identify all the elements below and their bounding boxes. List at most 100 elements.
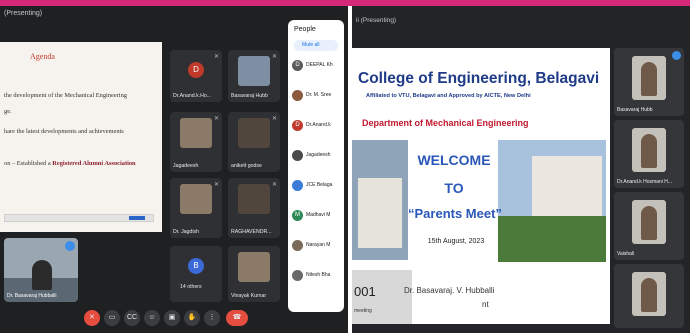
participant-video (238, 184, 270, 214)
participant-name: Madhavi M (306, 212, 331, 218)
participant-name: Basavaraj Hubb (617, 107, 653, 113)
participant-name: Vaishali (617, 251, 635, 257)
event-title: “Parents Meet” (408, 206, 502, 221)
avatar (292, 90, 303, 101)
pin-icon[interactable] (65, 241, 75, 251)
others-count: 14 others (180, 284, 202, 290)
participant-name: Vinayak Kumar (231, 293, 267, 299)
participant-tile[interactable]: ✕ anikett godse (228, 112, 280, 172)
participant-name: DEEPAL Kh (306, 62, 333, 68)
meeting-window-right: li (Presenting) College of Engineering, … (352, 6, 690, 333)
raise-hand-icon[interactable]: ✋ (184, 310, 200, 326)
participant-name: Dr.Anand.k.Ho... (173, 93, 212, 99)
participant-row[interactable]: Jagadeesh (292, 150, 342, 164)
slide-line: the development of the Mechanical Engine… (4, 92, 127, 99)
participant-video (238, 118, 270, 148)
more-options-icon[interactable]: ⋮ (204, 310, 220, 326)
participant-name: Basavaraj Hubb (231, 93, 268, 99)
mic-off-icon: ✕ (213, 54, 219, 60)
participant-tile[interactable]: Dr.Anand.k Hosmani H... (614, 120, 684, 188)
slide-footer-overlay: 001 meeting (352, 270, 412, 324)
avatar: B (188, 258, 204, 274)
footer-label: meeting (354, 308, 372, 314)
participant-tile[interactable]: D ✕ Dr.Anand.k.Ho... (170, 50, 222, 102)
participant-name: Narayan M (306, 242, 331, 248)
participant-row[interactable]: Nitesh Bha (292, 270, 342, 284)
slide-line: ge. (4, 108, 12, 115)
avatar: D (292, 120, 303, 131)
participant-name: anikett godse (231, 163, 262, 169)
avatar (292, 240, 303, 251)
participant-video (632, 272, 666, 316)
participant-name: RAGHAVENDR... (231, 229, 272, 235)
others-tile[interactable]: B 14 others (170, 246, 222, 302)
participant-tile[interactable]: ✕ Basavaraj Hubb (228, 50, 280, 102)
participant-tile[interactable]: Vaishali (614, 192, 684, 260)
participant-name: Dr.Anand.k (306, 122, 331, 128)
people-panel: People Mute all D DEEPAL Kh Dr. M. Sree D… (288, 20, 344, 312)
self-view-tile[interactable]: Dr. Basavaraj Hubballi (4, 238, 78, 302)
participant-row[interactable]: M Madhavi M (292, 210, 342, 224)
participant-name: Nitesh Bha (306, 272, 331, 278)
meeting-window-left: (Presenting) Agenda the development of t… (0, 6, 348, 333)
participant-name: Jagadeesh (173, 163, 199, 169)
captions-icon[interactable]: CC (124, 310, 140, 326)
participant-name: Jagadeesh (306, 152, 331, 158)
avatar: D (292, 60, 303, 71)
participant-video (32, 260, 52, 290)
participant-tile[interactable]: Vinayak Kumar (228, 246, 280, 302)
participant-video (238, 56, 270, 86)
participant-row[interactable]: D DEEPAL Kh (292, 60, 342, 74)
participant-row[interactable]: Narayan M (292, 240, 342, 254)
participant-tile[interactable]: Basavaraj Hubb (614, 48, 684, 116)
slide-tail-text: nt (482, 300, 489, 309)
participant-tile[interactable]: ✕ Dr. Jagdish (170, 178, 222, 238)
mute-all-button[interactable]: Mute all (294, 40, 338, 51)
emoji-icon[interactable]: ☺ (144, 310, 160, 326)
slide-line: on – Established a Registered Alumni Ass… (4, 160, 136, 167)
avatar (292, 150, 303, 161)
mic-off-icon: ✕ (271, 54, 277, 60)
participant-name: Dr. M. Sree (306, 92, 332, 98)
participant-row[interactable]: D Dr.Anand.k (292, 120, 342, 134)
participant-video (238, 252, 270, 282)
footer-number: 001 (354, 284, 376, 299)
slide-toolbar[interactable] (4, 214, 154, 222)
college-title: College of Engineering, Belagavi (358, 70, 600, 87)
meeting-title: li (Presenting) (356, 17, 397, 24)
affiliation-text: Affiliated to VTU, Belagavi and Approved… (366, 93, 531, 99)
mic-off-icon: ✕ (213, 182, 219, 188)
slide-line: hare the latest developments and achieve… (4, 128, 124, 135)
mic-off-icon: ✕ (213, 116, 219, 122)
welcome-text: WELCOME (417, 152, 491, 168)
participant-row[interactable]: Dr. M. Sree (292, 90, 342, 104)
speaker-name: Dr. Basavaraj. V. Hubballi (404, 286, 495, 295)
camera-icon[interactable]: ▭ (104, 310, 120, 326)
participant-tile[interactable]: ✕ RAGHAVENDR... (228, 178, 280, 238)
participant-video (632, 56, 666, 100)
meeting-title: (Presenting) (4, 10, 43, 17)
participant-name: Dr.Anand.k Hosmani H... (617, 179, 673, 185)
campus-photo (498, 140, 606, 262)
mic-off-icon: ✕ (271, 182, 277, 188)
participant-tile[interactable] (614, 264, 684, 328)
slide-heading: Agenda (30, 52, 55, 61)
presentation-slide: Agenda the development of the Mechanical… (0, 42, 162, 232)
avatar: M (292, 210, 303, 221)
avatar: D (188, 62, 204, 78)
slide-toolbar-button[interactable] (129, 216, 145, 220)
participant-name: Dr. Jagdish (173, 229, 199, 235)
building-photo (352, 140, 408, 260)
pin-icon[interactable] (672, 51, 681, 60)
participant-row[interactable]: JCE Belaga (292, 180, 342, 194)
participant-tile[interactable]: ✕ Jagadeesh (170, 112, 222, 172)
department-title: Department of Mechanical Engineering (362, 118, 529, 128)
end-call-icon[interactable]: ☎ (226, 310, 248, 326)
mic-off-icon: ✕ (271, 116, 277, 122)
mic-off-icon[interactable]: ✕ (84, 310, 100, 326)
present-icon[interactable]: ▣ (164, 310, 180, 326)
to-text: TO (444, 180, 464, 196)
participant-name: Dr. Basavaraj Hubballi (7, 293, 57, 299)
participant-video (632, 200, 666, 244)
participant-name: JCE Belaga (306, 182, 333, 188)
